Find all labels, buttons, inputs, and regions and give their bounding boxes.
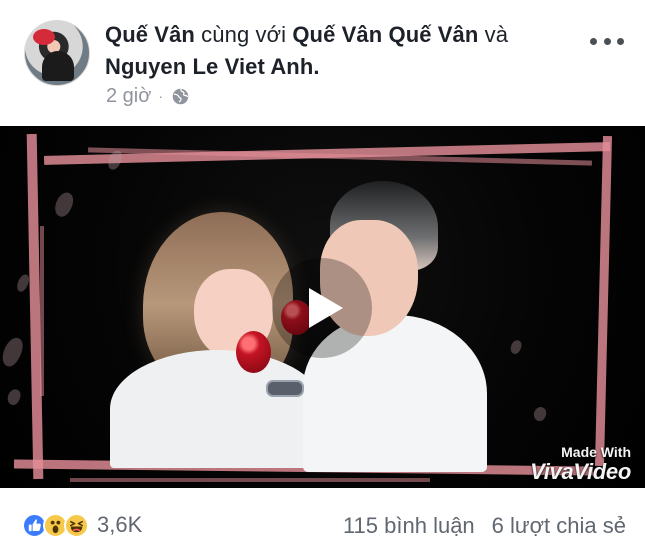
floating-petal bbox=[5, 387, 23, 407]
post-author-line: Quế Vân cùng với Quế Vân Quế Vân và Nguy… bbox=[105, 19, 575, 83]
shares-count[interactable]: 6 lượt chia sẻ bbox=[492, 513, 626, 539]
author-avatar[interactable] bbox=[24, 20, 90, 86]
more-dot-icon bbox=[603, 37, 611, 45]
watermark-vivavideo: VivaVideo bbox=[530, 459, 631, 484]
video-player[interactable]: Made With VivaVideo bbox=[0, 126, 645, 488]
haha-icon bbox=[64, 512, 89, 538]
post-time[interactable]: 2 giờ bbox=[106, 84, 151, 108]
author-line-period: . bbox=[313, 54, 320, 79]
floating-petal bbox=[0, 334, 27, 370]
post-header: Quế Vân cùng với Quế Vân Quế Vân và Nguy… bbox=[0, 0, 645, 126]
globe-icon[interactable] bbox=[171, 87, 190, 106]
more-dot-icon bbox=[590, 37, 597, 45]
post-metadata: 2 giờ · bbox=[106, 84, 190, 108]
apple-icon bbox=[236, 331, 271, 373]
post-stats: 115 bình luận 6 lượt chia sẻ bbox=[343, 513, 626, 539]
pink-frame-right bbox=[594, 135, 613, 467]
tagged-person-1[interactable]: Quế Vân Quế Vân bbox=[292, 22, 478, 47]
and-label: và bbox=[484, 22, 509, 47]
more-dot-icon bbox=[617, 37, 624, 45]
pink-frame-bottom-accent bbox=[70, 478, 430, 482]
comments-count[interactable]: 115 bình luận bbox=[343, 513, 475, 539]
play-button[interactable] bbox=[272, 258, 372, 358]
floating-petal bbox=[531, 405, 549, 423]
pink-frame-left-accent bbox=[40, 226, 44, 396]
woman-figure-shirt bbox=[110, 350, 324, 468]
meta-separator: · bbox=[158, 88, 164, 104]
engagement-bar: 3,6K 115 bình luận 6 lượt chia sẻ bbox=[0, 488, 645, 554]
video-watermark: Made With VivaVideo bbox=[530, 444, 631, 484]
more-options-icon[interactable] bbox=[590, 34, 624, 48]
reaction-count[interactable]: 3,6K bbox=[97, 512, 142, 538]
floating-petal bbox=[51, 189, 77, 220]
author-name[interactable]: Quế Vân bbox=[105, 22, 195, 47]
floating-petal bbox=[508, 338, 524, 356]
with-label: cùng với bbox=[201, 22, 287, 47]
wristwatch-icon bbox=[266, 380, 304, 397]
reaction-summary[interactable]: 3,6K bbox=[22, 512, 142, 538]
tagged-person-2[interactable]: Nguyen Le Viet Anh bbox=[105, 54, 313, 79]
watermark-made-with: Made With bbox=[561, 444, 631, 460]
play-icon bbox=[309, 288, 343, 328]
